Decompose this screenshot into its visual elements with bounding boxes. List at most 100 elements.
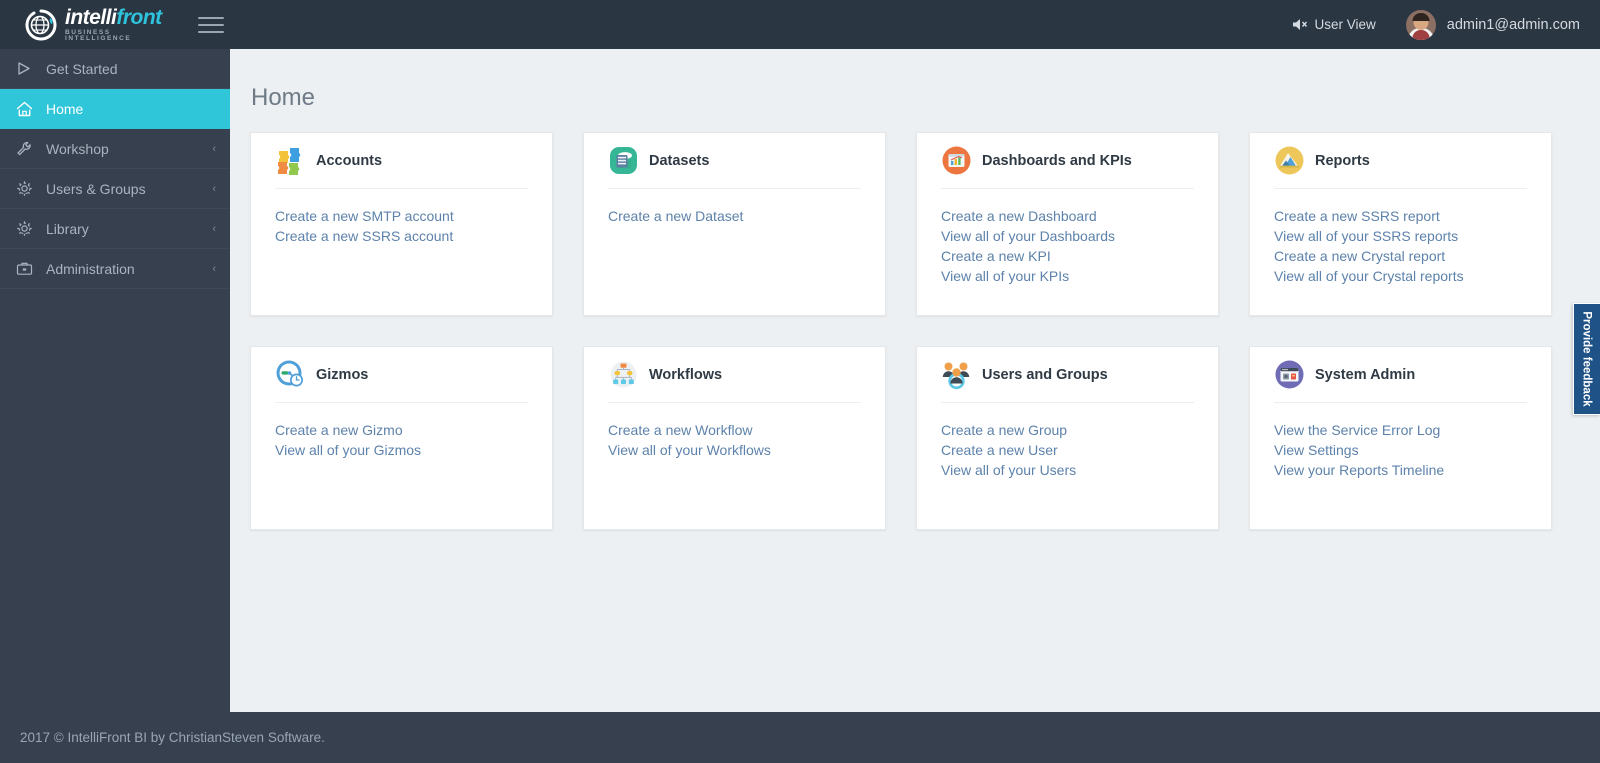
- card-datasets: Datasets Create a new Dataset: [583, 132, 886, 316]
- browser-window-icon: [1274, 359, 1305, 390]
- card-link[interactable]: Create a new Crystal report: [1274, 246, 1527, 266]
- hamburger-bar: [198, 30, 224, 33]
- card-header: Workflows: [608, 347, 861, 403]
- card-link[interactable]: View all of your Workflows: [608, 440, 861, 460]
- card-link[interactable]: View all of your Dashboards: [941, 226, 1194, 246]
- card-title: Accounts: [316, 152, 383, 169]
- logo-word-accent: front: [116, 5, 162, 29]
- briefcase-icon: [16, 261, 38, 276]
- card-link-list: View the Service Error Log View Settings…: [1274, 403, 1527, 480]
- database-cloud-icon: [608, 145, 639, 176]
- card-link[interactable]: View all of your SSRS reports: [1274, 226, 1527, 246]
- card-link[interactable]: View all of your Gizmos: [275, 440, 528, 460]
- dashboard-chart-icon: [941, 145, 972, 176]
- card-link-list: Create a new Dataset: [608, 189, 861, 226]
- card-link[interactable]: Create a new User: [941, 440, 1194, 460]
- chevron-left-icon: ‹: [212, 142, 216, 155]
- card-users-groups: Users and Groups Create a new Group Crea…: [916, 346, 1219, 530]
- card-workflows: Workflows Create a new Workflow View all…: [583, 346, 886, 530]
- sidebar-item-administration[interactable]: Administration ‹: [0, 249, 230, 289]
- gauge-icon: [275, 359, 306, 390]
- card-link-list: Create a new SMTP account Create a new S…: [275, 189, 528, 246]
- sidebar-item-get-started[interactable]: Get Started: [0, 49, 230, 89]
- gear-icon: [16, 180, 38, 197]
- sidebar-item-label: Administration: [46, 260, 135, 277]
- card-header: Users and Groups: [941, 347, 1194, 403]
- puzzle-pieces-icon: [275, 145, 306, 176]
- left-sidebar-nav: Get Started Home Workshop ‹ Users & Grou…: [0, 49, 230, 712]
- chevron-left-icon: ‹: [212, 222, 216, 235]
- card-header: Gizmos: [275, 347, 528, 403]
- header-right-group: User View admin1@admin.com: [1292, 9, 1600, 40]
- card-gizmos: Gizmos Create a new Gizmo View all of yo…: [250, 346, 553, 530]
- logo-tagline: BUSINESS INTELLIGENCE: [65, 28, 132, 42]
- chevron-left-icon: ‹: [212, 182, 216, 195]
- sidebar-item-label: Get Started: [46, 60, 118, 77]
- card-link[interactable]: Create a new Workflow: [608, 420, 861, 440]
- card-link[interactable]: View all of your KPIs: [941, 266, 1194, 286]
- card-link[interactable]: Create a new Dashboard: [941, 206, 1194, 226]
- home-icon: [16, 101, 38, 117]
- avatar-shirt: [1412, 29, 1430, 40]
- hamburger-bar: [198, 16, 224, 19]
- user-view-button[interactable]: User View: [1292, 17, 1376, 32]
- card-link[interactable]: Create a new SMTP account: [275, 206, 528, 226]
- card-link[interactable]: View all of your Users: [941, 460, 1194, 480]
- gear-icon: [16, 220, 38, 237]
- app-logo[interactable]: intellifront BUSINESS INTELLIGENCE: [0, 7, 172, 43]
- card-header: Datasets: [608, 133, 861, 189]
- hamburger-bar: [198, 23, 224, 26]
- card-link[interactable]: Create a new Gizmo: [275, 420, 528, 440]
- sidebar-item-label: Library: [46, 220, 89, 237]
- footer-copyright: 2017 © IntelliFront BI by ChristianSteve…: [20, 730, 325, 745]
- card-link[interactable]: View all of your Crystal reports: [1274, 266, 1527, 286]
- people-gear-icon: [941, 359, 972, 390]
- logo-word-primary: intelli: [65, 5, 117, 29]
- card-title: System Admin: [1315, 366, 1416, 383]
- hierarchy-icon: [608, 359, 639, 390]
- card-link[interactable]: Create a new SSRS report: [1274, 206, 1527, 226]
- main-content-area: Home Accounts Create a new SMTP account …: [230, 49, 1600, 712]
- card-header: Reports: [1274, 133, 1527, 189]
- card-link[interactable]: Create a new SSRS account: [275, 226, 528, 246]
- chevron-left-icon: ‹: [212, 262, 216, 275]
- sidebar-item-home[interactable]: Home: [0, 89, 230, 129]
- user-view-label: User View: [1314, 17, 1376, 32]
- user-email-label[interactable]: admin1@admin.com: [1447, 17, 1580, 33]
- sidebar-item-label: Users & Groups: [46, 180, 146, 197]
- card-link[interactable]: View the Service Error Log: [1274, 420, 1527, 440]
- sidebar-item-label: Home: [46, 100, 84, 117]
- card-link[interactable]: Create a new Group: [941, 420, 1194, 440]
- provide-feedback-label: Provide feedback: [1581, 311, 1594, 407]
- hamburger-icon[interactable]: [198, 14, 224, 36]
- card-reports: Reports Create a new SSRS report View al…: [1249, 132, 1552, 316]
- card-link[interactable]: Create a new KPI: [941, 246, 1194, 266]
- card-link-list: Create a new Group Create a new User Vie…: [941, 403, 1194, 480]
- avatar-hair: [1412, 12, 1430, 21]
- avatar[interactable]: [1405, 9, 1436, 40]
- wrench-icon: [16, 141, 38, 157]
- card-link[interactable]: Create a new Dataset: [608, 206, 861, 226]
- card-dashboards-kpis: Dashboards and KPIs Create a new Dashboa…: [916, 132, 1219, 316]
- globe-logo-icon: [24, 8, 58, 42]
- provide-feedback-tab[interactable]: Provide feedback: [1573, 303, 1600, 415]
- speaker-mute-icon: [1292, 17, 1308, 32]
- card-link-list: Create a new Workflow View all of your W…: [608, 403, 861, 460]
- card-link-list: Create a new Dashboard View all of your …: [941, 189, 1194, 286]
- card-title: Gizmos: [316, 366, 369, 383]
- card-header: Dashboards and KPIs: [941, 133, 1194, 189]
- sidebar-item-library[interactable]: Library ‹: [0, 209, 230, 249]
- card-title: Dashboards and KPIs: [982, 152, 1132, 169]
- card-header: Accounts: [275, 133, 528, 189]
- page-footer: 2017 © IntelliFront BI by ChristianSteve…: [0, 712, 1600, 763]
- card-system-admin: System Admin View the Service Error Log …: [1249, 346, 1552, 530]
- home-card-grid: Accounts Create a new SMTP account Creat…: [250, 132, 1600, 530]
- card-link[interactable]: View your Reports Timeline: [1274, 460, 1527, 480]
- card-header: System Admin: [1274, 347, 1527, 403]
- page-title: Home: [251, 84, 316, 111]
- sidebar-item-users-groups[interactable]: Users & Groups ‹: [0, 169, 230, 209]
- report-document-icon: [1274, 145, 1305, 176]
- sidebar-item-workshop[interactable]: Workshop ‹: [0, 129, 230, 169]
- card-link-list: Create a new Gizmo View all of your Gizm…: [275, 403, 528, 460]
- card-link[interactable]: View Settings: [1274, 440, 1527, 460]
